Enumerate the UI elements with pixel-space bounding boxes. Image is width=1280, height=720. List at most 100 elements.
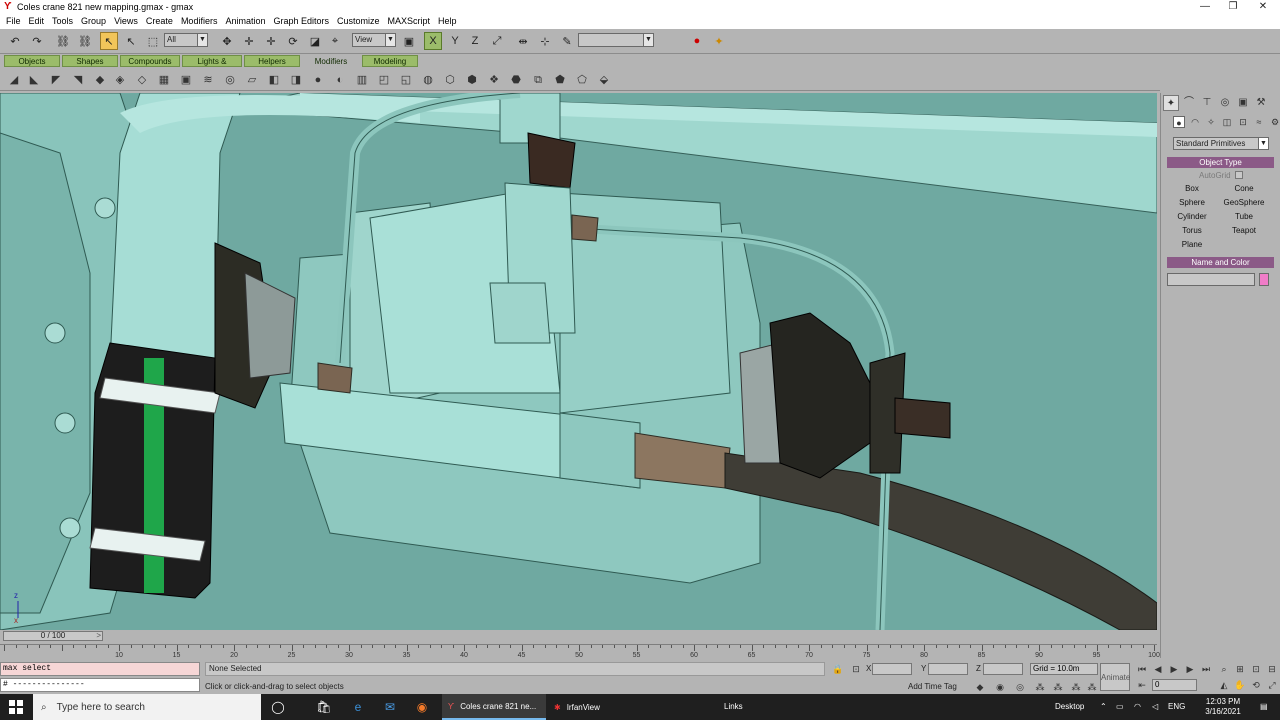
menu-create[interactable]: Create bbox=[142, 14, 177, 29]
extrude-icon[interactable]: ⬢ bbox=[464, 72, 480, 88]
cameras-icon[interactable]: ◫ bbox=[1221, 116, 1233, 128]
unlink-icon[interactable]: ⛓ bbox=[76, 32, 94, 50]
start-button[interactable] bbox=[0, 694, 32, 720]
edit-mesh-icon[interactable]: ◍ bbox=[420, 72, 436, 88]
firefox-icon[interactable]: ◉ bbox=[410, 694, 434, 720]
restrict-xy-icon[interactable]: ⤢ bbox=[488, 32, 506, 50]
tab-helpers[interactable]: Helpers bbox=[244, 55, 300, 67]
restrict-x-icon[interactable]: X bbox=[424, 32, 442, 50]
use-pivot-center-icon[interactable]: ▣ bbox=[400, 32, 418, 50]
select-by-name-icon[interactable]: ↖ bbox=[122, 32, 140, 50]
teapot-button[interactable]: Teapot bbox=[1219, 224, 1269, 236]
tab-compounds[interactable]: Compounds bbox=[120, 55, 180, 67]
systems-icon[interactable]: ⚙ bbox=[1269, 116, 1280, 128]
next-frame-icon[interactable]: ▶ bbox=[1184, 663, 1196, 675]
object-type-rollout[interactable]: Object Type bbox=[1167, 157, 1274, 168]
store-icon[interactable]: 🛍 bbox=[312, 694, 336, 720]
x-coord-field[interactable] bbox=[872, 663, 912, 675]
lights-icon[interactable]: ✧ bbox=[1205, 116, 1217, 128]
select-and-move-icon[interactable]: ✥ bbox=[218, 32, 236, 50]
motion-tab-icon[interactable]: ◎ bbox=[1217, 95, 1233, 111]
tab-modifiers[interactable]: Modifiers bbox=[302, 55, 360, 67]
tray-expand-icon[interactable]: ⌃ bbox=[1100, 694, 1107, 720]
selection-filter-dropdown[interactable]: All ▼ bbox=[164, 33, 208, 47]
create-tab-icon[interactable]: ✦ bbox=[1163, 95, 1179, 111]
set-key-icon[interactable]: ◉ bbox=[994, 681, 1006, 693]
autogrid-checkbox[interactable] bbox=[1235, 171, 1243, 179]
previous-frame-icon[interactable]: ◀ bbox=[1152, 663, 1164, 675]
field-of-view-icon[interactable]: ◭ bbox=[1218, 679, 1230, 691]
object-name-field[interactable] bbox=[1167, 273, 1255, 286]
y-coord-field[interactable] bbox=[928, 663, 968, 675]
animate-button[interactable]: Animate bbox=[1100, 663, 1130, 691]
tessellate-icon[interactable]: ⬙ bbox=[596, 72, 612, 88]
cone-button[interactable]: Cone bbox=[1219, 182, 1269, 194]
helpers-icon[interactable]: ⊡ bbox=[1237, 116, 1249, 128]
key-mode-toggle-icon[interactable]: ⇤ bbox=[1136, 679, 1148, 691]
named-selection-dropdown[interactable]: ▼ bbox=[578, 33, 654, 47]
links-toolbar[interactable]: Links bbox=[724, 694, 743, 720]
notifications-icon[interactable]: ▤ bbox=[1260, 694, 1268, 720]
skew-icon[interactable]: ▱ bbox=[244, 72, 260, 88]
material-editor-icon[interactable]: ● bbox=[688, 32, 706, 50]
absolute-mode-icon[interactable]: ⊡ bbox=[850, 663, 862, 675]
play-icon[interactable]: ▶ bbox=[1168, 663, 1180, 675]
maxscript-listener-line[interactable]: max select bbox=[0, 662, 200, 676]
geosphere-button[interactable]: GeoSphere bbox=[1219, 196, 1269, 208]
edit-poly-icon[interactable]: ⬡ bbox=[442, 72, 458, 88]
lock-selection-icon[interactable]: 🔒 bbox=[832, 663, 844, 675]
utilities-tab-icon[interactable]: ⚒ bbox=[1253, 95, 1269, 111]
noise-icon[interactable]: ◥ bbox=[70, 72, 86, 88]
lathe-icon[interactable]: ❖ bbox=[486, 72, 502, 88]
hierarchy-tab-icon[interactable]: ⊤ bbox=[1199, 95, 1215, 111]
menu-help[interactable]: Help bbox=[434, 14, 461, 29]
time-slider-thumb[interactable]: 0 / 100 > bbox=[3, 631, 103, 641]
sphere-button[interactable]: Sphere bbox=[1167, 196, 1217, 208]
scale-icon[interactable]: ◪ bbox=[306, 32, 324, 50]
tab-modeling[interactable]: Modeling bbox=[362, 55, 418, 67]
taskbar-search-box[interactable]: ⌕ Type here to search bbox=[33, 694, 261, 720]
lattice-icon[interactable]: ▦ bbox=[156, 72, 172, 88]
display-tab-icon[interactable]: ▣ bbox=[1235, 95, 1251, 111]
system-clock[interactable]: 12:03 PM 3/16/2021 bbox=[1198, 697, 1248, 717]
align-icon[interactable]: ⊹ bbox=[536, 32, 554, 50]
restore-button[interactable]: ❐ bbox=[1216, 0, 1250, 14]
key-filter-icon[interactable]: ◆ bbox=[974, 681, 986, 693]
modify-tab-icon[interactable]: ⌒ bbox=[1181, 95, 1197, 111]
ref-coord-dropdown[interactable]: View ▼ bbox=[352, 33, 396, 47]
z-coord-field[interactable] bbox=[983, 663, 1023, 675]
tab-objects[interactable]: Objects bbox=[4, 55, 60, 67]
tangent3-icon[interactable]: ⁂ bbox=[1070, 681, 1082, 693]
rectangular-selection-icon[interactable]: ⬚ bbox=[144, 32, 162, 50]
menu-maxscript[interactable]: MAXScript bbox=[384, 14, 435, 29]
ripple-icon[interactable]: ◎ bbox=[222, 72, 238, 88]
go-to-start-icon[interactable]: ⏮ bbox=[1136, 663, 1148, 675]
time-slider[interactable]: 0 / 100 > bbox=[0, 630, 1157, 642]
menu-modifiers[interactable]: Modifiers bbox=[177, 14, 222, 29]
zoom-all-icon[interactable]: ⊞ bbox=[1234, 663, 1246, 675]
tab-shapes[interactable]: Shapes bbox=[62, 55, 118, 67]
squeeze-icon[interactable]: ◈ bbox=[112, 72, 128, 88]
network-icon[interactable]: ▭ bbox=[1116, 694, 1124, 720]
stretch-icon[interactable]: ◆ bbox=[92, 72, 108, 88]
desktop-toolbar[interactable]: Desktop bbox=[1055, 694, 1084, 720]
wifi-icon[interactable]: ◠ bbox=[1134, 694, 1141, 720]
object-color-swatch[interactable] bbox=[1259, 273, 1269, 286]
restrict-y-icon[interactable]: Y bbox=[446, 32, 464, 50]
track-bar[interactable]: 10 15 20 25 30 35 40 45 50 55 60 65 70 75 80 85 90 95 100 bbox=[0, 644, 1160, 660]
uvw-map-icon[interactable]: ▥ bbox=[354, 72, 370, 88]
menu-group[interactable]: Group bbox=[77, 14, 110, 29]
spherify-icon[interactable]: ● bbox=[310, 72, 326, 88]
menu-graph-editors[interactable]: Graph Editors bbox=[269, 14, 333, 29]
meshsmooth-icon[interactable]: ⬟ bbox=[552, 72, 568, 88]
taper-icon[interactable]: ◣ bbox=[26, 72, 42, 88]
arc-rotate-icon[interactable]: ⟲ bbox=[1250, 679, 1262, 691]
menu-views[interactable]: Views bbox=[110, 14, 142, 29]
language-indicator[interactable]: ENG bbox=[1168, 694, 1185, 720]
tangent4-icon[interactable]: ⁂ bbox=[1086, 681, 1098, 693]
select-and-rotate-icon[interactable]: ✛ bbox=[262, 32, 280, 50]
torus-button[interactable]: Torus bbox=[1167, 224, 1217, 236]
slice-icon[interactable]: ◨ bbox=[288, 72, 304, 88]
mirror-icon[interactable]: ⇹ bbox=[514, 32, 532, 50]
close-button[interactable]: ✕ bbox=[1246, 0, 1280, 14]
